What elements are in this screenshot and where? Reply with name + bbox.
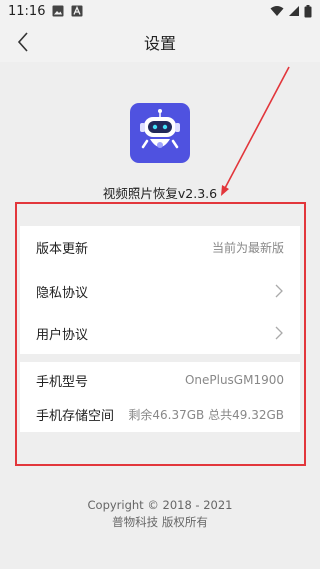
storage-value: 剩余46.37GB 总共49.32GB <box>128 407 284 422</box>
image-icon <box>52 5 64 17</box>
footer: Copyright © 2018 - 2021 普物科技 版权所有 <box>0 497 320 531</box>
status-time: 11:16 <box>8 3 46 19</box>
storage-label: 手机存储空间 <box>36 408 115 424</box>
signal-icon <box>289 6 299 16</box>
storage-row: 手机存储空间 剩余46.37GB 总共49.32GB <box>20 396 300 432</box>
version-update-value: 当前为最新版 <box>211 240 284 255</box>
chevron-right-icon <box>275 284 283 298</box>
status-right <box>270 4 312 18</box>
phone-model-row: 手机型号 OnePlusGM1900 <box>20 362 300 398</box>
status-bar: 11:16 <box>0 0 320 22</box>
company-text: 普物科技 版权所有 <box>112 515 208 529</box>
robot-icon <box>140 109 180 149</box>
user-agreement-label: 用户协议 <box>36 327 89 343</box>
copyright-text: Copyright © 2018 - 2021 <box>87 498 233 512</box>
version-update-row[interactable]: 版本更新 当前为最新版 <box>20 226 300 268</box>
status-left: 11:16 <box>8 4 83 19</box>
wifi-icon <box>270 6 284 16</box>
phone-model-label: 手机型号 <box>36 374 89 390</box>
device-info-group: 手机型号 OnePlusGM1900 手机存储空间 剩余46.37GB 总共49… <box>20 362 300 432</box>
settings-group: 版本更新 当前为最新版 隐私协议 用户协议 <box>20 226 300 354</box>
phone-model-value: OnePlusGM1900 <box>184 373 284 387</box>
privacy-label: 隐私协议 <box>36 285 89 301</box>
version-update-label: 版本更新 <box>36 241 89 257</box>
page-title: 设置 <box>143 34 176 53</box>
app-name-version: 视频照片恢复v2.3.6 <box>102 186 218 201</box>
battery-icon <box>304 4 312 17</box>
a-icon <box>71 5 83 17</box>
user-agreement-row[interactable]: 用户协议 <box>20 312 300 354</box>
app-header: 设置 <box>0 22 320 62</box>
back-button[interactable] <box>10 29 36 55</box>
privacy-row[interactable]: 隐私协议 <box>20 270 300 312</box>
app-icon <box>130 103 190 163</box>
back-icon <box>17 32 28 52</box>
chevron-right-icon <box>275 326 283 340</box>
